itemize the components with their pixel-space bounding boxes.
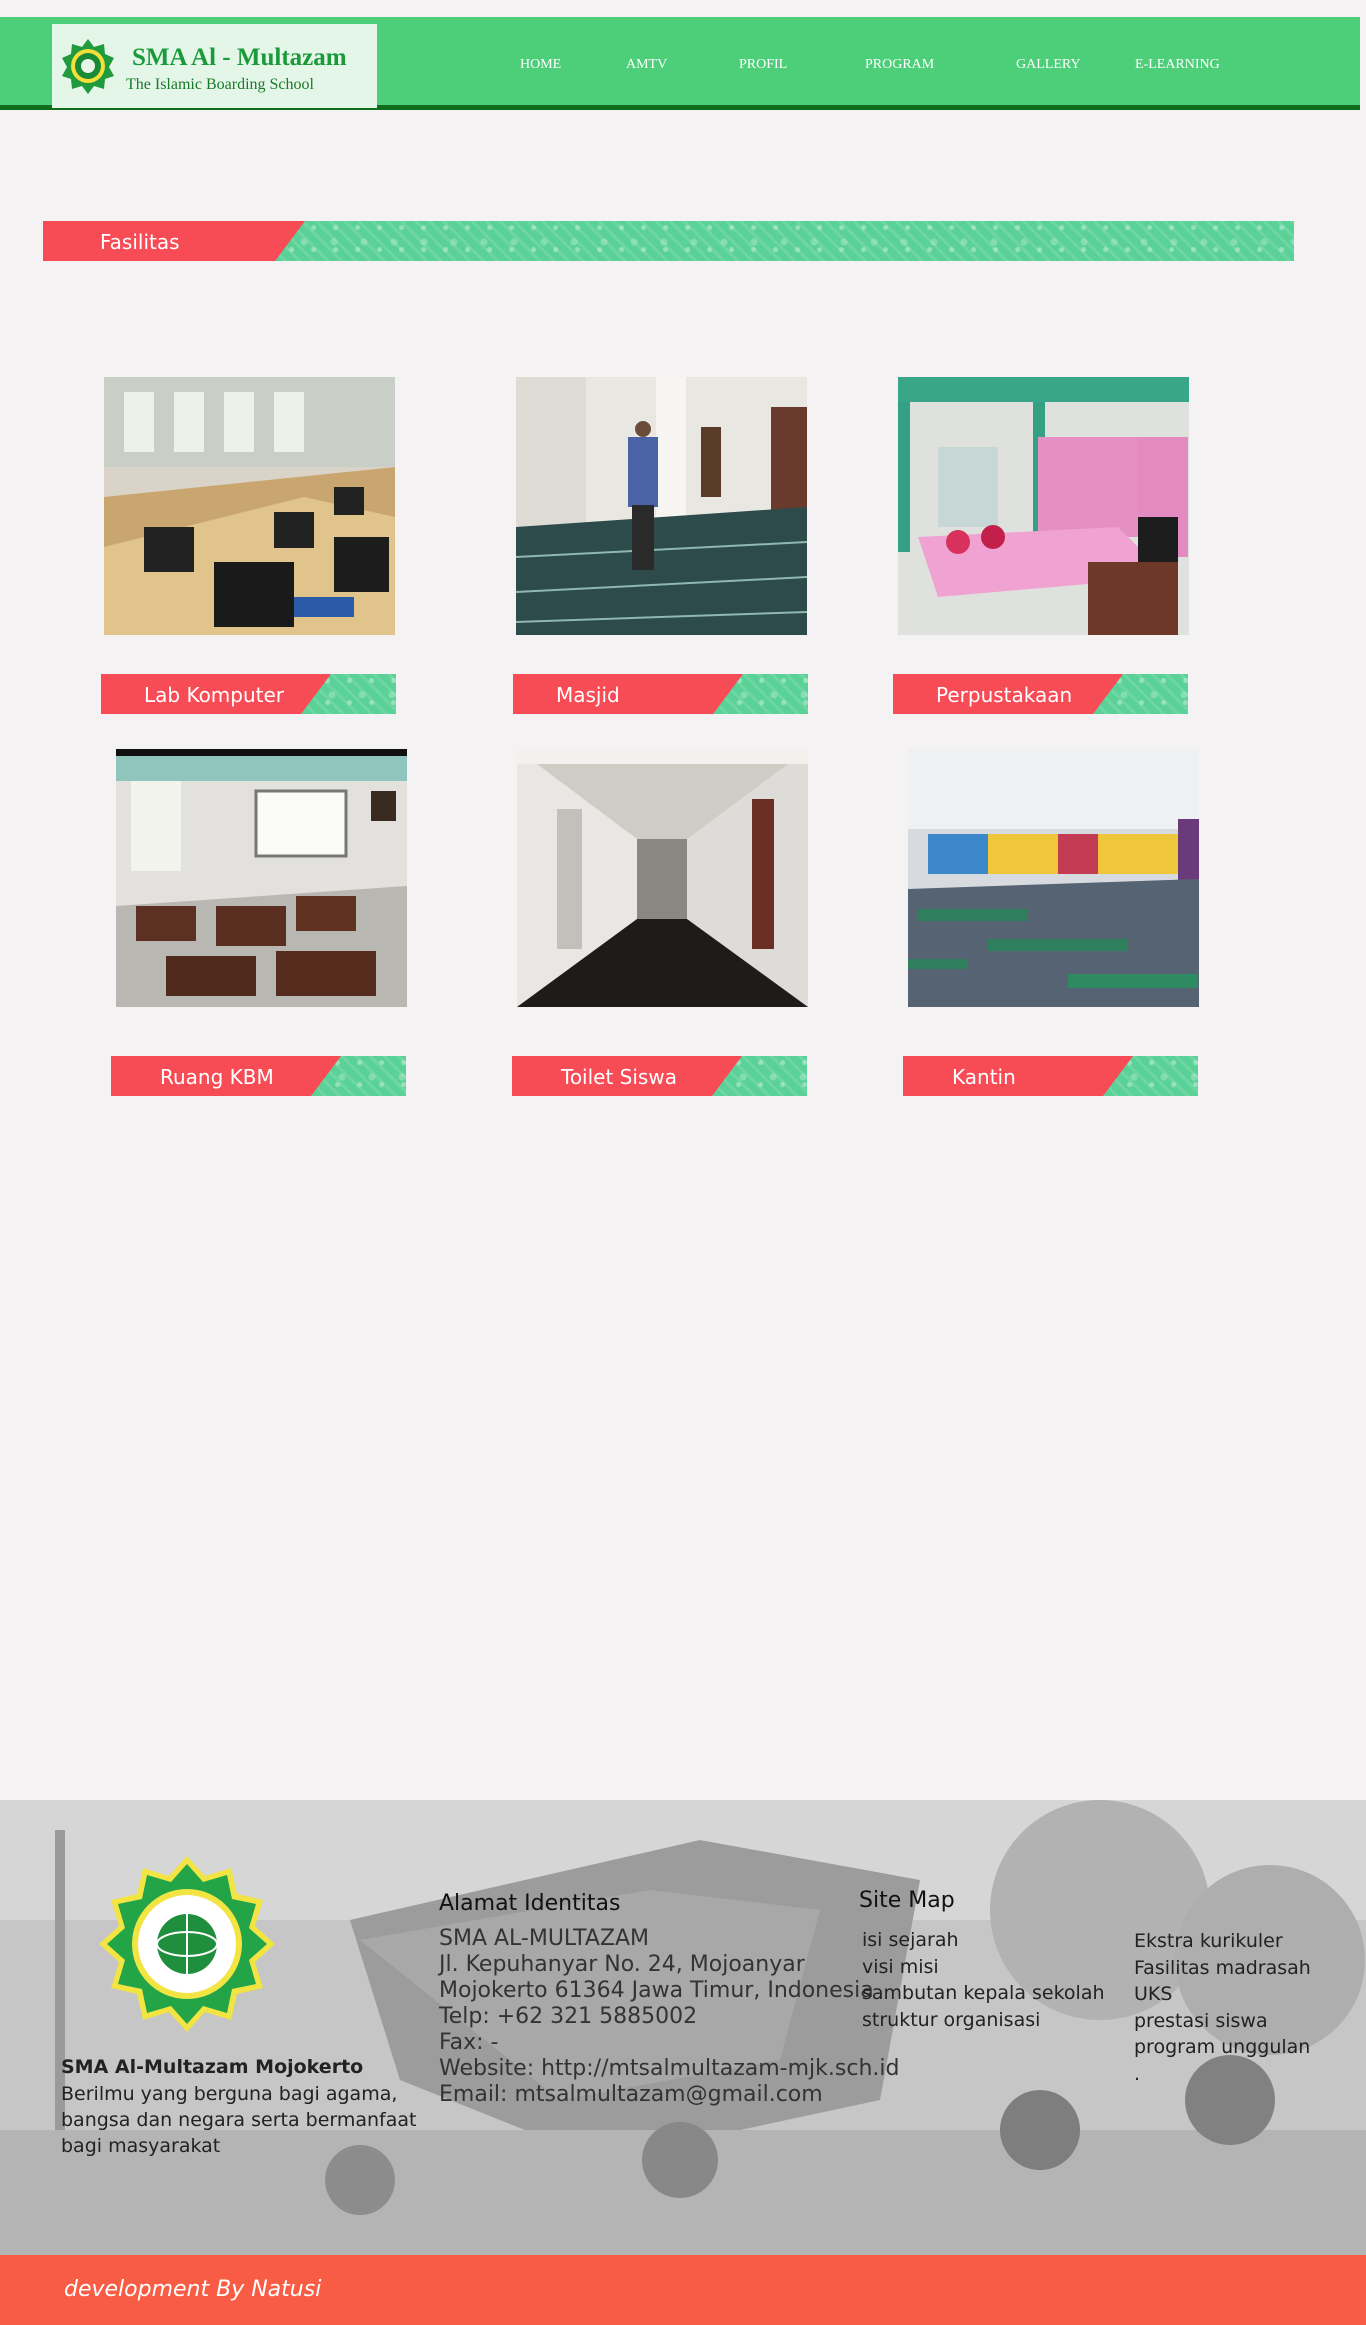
sitemap-column-1: isi sejarah visi misi sambutan kepala se… xyxy=(862,1927,1105,2033)
nav-elearning[interactable]: E-LEARNING xyxy=(1135,57,1220,73)
developer-credit: development By Natusi xyxy=(64,2277,322,2302)
sitemap-link[interactable]: struktur organisasi xyxy=(862,2007,1105,2034)
school-emblem-icon xyxy=(62,39,114,94)
sitemap-link[interactable]: UKS xyxy=(1134,1981,1311,2008)
photo-canteen[interactable] xyxy=(908,749,1199,1007)
photo-mosque-interior[interactable] xyxy=(516,377,807,635)
facility-label: Masjid xyxy=(556,683,620,707)
site-footer: SMA Al-Multazam Mojokerto Berilmu yang b… xyxy=(0,1800,1366,2255)
section-title: Fasilitas xyxy=(100,230,180,254)
site-header: SMA Al - Multazam The Islamic Boarding S… xyxy=(0,17,1360,110)
sitemap-link[interactable]: program unggulan xyxy=(1134,2034,1311,2061)
facility-label: Perpustakaan xyxy=(936,683,1073,707)
sitemap-link[interactable]: prestasi siswa xyxy=(1134,2008,1311,2035)
facility-label: Lab Komputer xyxy=(144,683,285,707)
website-line[interactable]: Website: http://mtsalmultazam-mjk.sch.id xyxy=(439,2056,899,2082)
facility-label-banner: Masjid xyxy=(513,674,808,714)
nav-gallery[interactable]: GALLERY xyxy=(1016,57,1081,73)
phone-line: Telp: +62 321 5885002 xyxy=(439,2004,698,2029)
sitemap-link[interactable]: isi sejarah xyxy=(862,1927,1105,1954)
address-block: SMA AL-MULTAZAM Jl. Kepuhanyar No. 24, M… xyxy=(439,1926,899,2108)
address-heading: Alamat Identitas xyxy=(439,1891,621,1916)
address-line: SMA AL-MULTAZAM xyxy=(439,1926,650,1951)
footer-school-name: SMA Al-Multazam Mojokerto xyxy=(61,2056,364,2078)
photo-computer-lab[interactable] xyxy=(104,377,395,635)
credit-bar: development By Natusi xyxy=(0,2255,1366,2325)
address-line: Jl. Kepuhanyar No. 24, Mojoanyar xyxy=(439,1952,805,1977)
sitemap-link[interactable]: . xyxy=(1134,2061,1311,2088)
fax-line: Fax: - xyxy=(439,2030,499,2055)
footer-motto: Berilmu yang berguna bagi agama, bangsa … xyxy=(61,2083,417,2157)
photo-classroom[interactable] xyxy=(116,749,407,1007)
sitemap-link[interactable]: visi misi xyxy=(862,1954,1105,1981)
logo-title: SMA Al - Multazam xyxy=(132,44,347,71)
facility-label-banner: Ruang KBM xyxy=(111,1056,406,1096)
facility-label-banner: Kantin xyxy=(903,1056,1198,1096)
nav-home[interactable]: HOME xyxy=(520,57,561,73)
section-title-banner: Fasilitas xyxy=(43,221,1294,261)
sitemap-heading: Site Map xyxy=(859,1888,955,1913)
site-logo[interactable]: SMA Al - Multazam The Islamic Boarding S… xyxy=(52,24,377,108)
facility-label: Toilet Siswa xyxy=(561,1065,677,1089)
facility-label: Kantin xyxy=(952,1065,1016,1089)
sitemap-link[interactable]: sambutan kepala sekolah xyxy=(862,1980,1105,2007)
sitemap-link[interactable]: Fasilitas madrasah xyxy=(1134,1955,1311,1982)
facility-label-banner: Toilet Siswa xyxy=(512,1056,807,1096)
nav-amtv[interactable]: AMTV xyxy=(626,57,667,73)
logo-subtitle: The Islamic Boarding School xyxy=(126,76,314,93)
email-line[interactable]: Email: mtsalmultazam@gmail.com xyxy=(439,2082,899,2108)
address-line: Mojokerto 61364 Jawa Timur, Indonesia xyxy=(439,1978,874,2003)
facility-label: Ruang KBM xyxy=(160,1065,274,1089)
nav-profil[interactable]: PROFIL xyxy=(739,57,787,73)
school-seal-icon xyxy=(99,1856,275,2032)
photo-library[interactable] xyxy=(898,377,1189,635)
facility-label-banner: Perpustakaan xyxy=(893,674,1188,714)
facility-label-banner: Lab Komputer xyxy=(101,674,396,714)
sitemap-column-2: Ekstra kurikuler Fasilitas madrasah UKS … xyxy=(1134,1928,1311,2087)
nav-program[interactable]: PROGRAM xyxy=(865,57,934,73)
photo-toilet-corridor[interactable] xyxy=(517,749,808,1007)
sitemap-link[interactable]: Ekstra kurikuler xyxy=(1134,1928,1311,1955)
